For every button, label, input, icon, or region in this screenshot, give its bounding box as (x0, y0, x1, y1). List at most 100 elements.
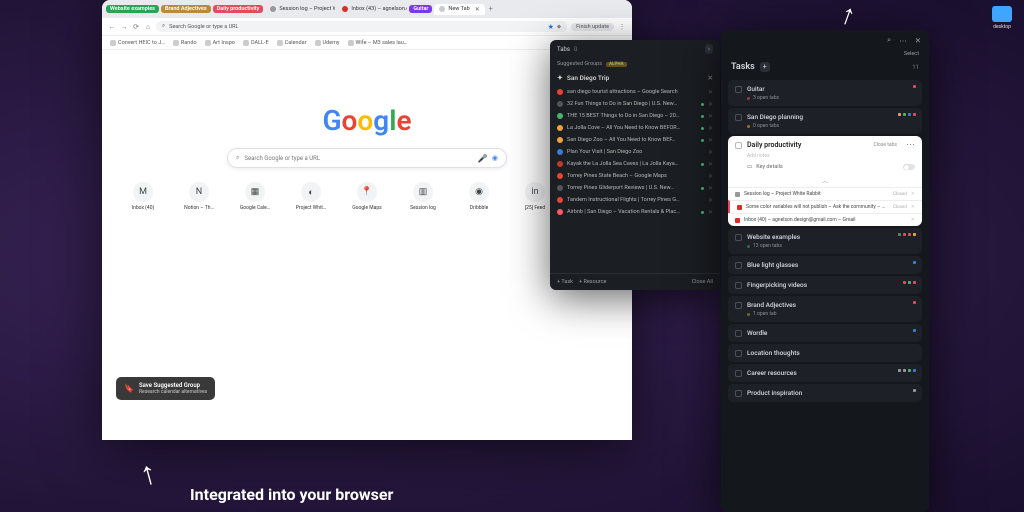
ntp-shortcut[interactable]: NNotion – Th… (179, 182, 219, 211)
bookmark-star-icon[interactable]: ★ (548, 23, 554, 31)
close-tab-icon[interactable]: ✕ (708, 89, 713, 96)
task-card[interactable]: Product inspiration (728, 384, 922, 402)
close-group-button[interactable]: ✕ (708, 74, 713, 82)
close-tab-icon[interactable]: ✕ (708, 113, 713, 120)
remove-tab-icon[interactable]: ✕ (911, 191, 915, 197)
browser-tab[interactable]: Inbox (43) – agnelson.desi…✕ (337, 4, 407, 15)
task-tab-row[interactable]: Session log – Project White RabbitClosed… (728, 187, 922, 200)
key-details-toggle[interactable] (903, 164, 915, 170)
bookmark-item[interactable]: Convert HEIC to J… (110, 40, 165, 46)
add-notes-input[interactable]: Add notes (735, 149, 915, 162)
add-resource-button[interactable]: + Resource (579, 279, 606, 285)
task-checkbox[interactable] (735, 142, 742, 149)
ntp-shortcut[interactable]: ◉Dribbble (459, 182, 499, 211)
more-icon[interactable]: ⋯ (899, 36, 907, 45)
new-tab-button[interactable]: + (487, 5, 495, 13)
close-all-button[interactable]: Close All (692, 279, 713, 285)
tab-row[interactable]: san diego tourist attractions – Google S… (550, 86, 720, 98)
collapse-chevron-icon[interactable]: ︿ (735, 174, 915, 187)
task-card[interactable]: Blue light glasses (728, 256, 922, 274)
menu-icon[interactable]: ⋮ (618, 23, 626, 31)
task-card[interactable]: San Diego planning0 open tabs (728, 108, 922, 134)
task-tab-row[interactable]: Inbox (40) – agnelson.design@gmail.com –… (728, 213, 922, 226)
tab-row[interactable]: Torrey Pines State Beach – Google Maps✕ (550, 170, 720, 182)
tab-row[interactable]: San Diego Zoo – All You Need to Know BEF… (550, 134, 720, 146)
close-tab-icon[interactable]: ✕ (708, 101, 713, 108)
task-card[interactable]: Brand Adjectives1 open tab (728, 296, 922, 322)
task-card[interactable]: Career resources (728, 364, 922, 382)
desktop-shortcut[interactable]: desktop (992, 6, 1012, 30)
omnibox[interactable]: ⌕ Search Google or type a URL ★ ◆ (156, 21, 567, 32)
task-card[interactable]: Website examples13 open tabs (728, 228, 922, 254)
forward-button[interactable]: → (120, 23, 128, 31)
close-tabs-button[interactable]: Close tabs (873, 142, 897, 148)
ntp-shortcut[interactable]: ▦Google Cale… (235, 182, 275, 211)
tab-row[interactable]: Tandem Instructional Flights | Torrey Pi… (550, 194, 720, 206)
close-tab-icon[interactable]: ✕ (708, 173, 713, 180)
finish-update-button[interactable]: Finish update (571, 23, 614, 31)
task-checkbox[interactable] (735, 262, 742, 269)
close-tab-icon[interactable]: ✕ (708, 125, 713, 132)
back-button[interactable]: ← (108, 23, 116, 31)
close-tab-icon[interactable]: ✕ (708, 209, 713, 216)
add-task-button[interactable]: + (760, 62, 770, 72)
tab-group-pill[interactable]: Brand Adjectives (161, 5, 211, 13)
tab-row[interactable]: Torrey Pines Gliderport Reviews | U.S. N… (550, 182, 720, 194)
task-card[interactable]: Location thoughts (728, 344, 922, 362)
browser-tab[interactable]: Session log – Project Whit…✕ (265, 4, 335, 15)
task-checkbox[interactable] (735, 114, 742, 121)
task-checkbox[interactable] (735, 350, 742, 357)
task-checkbox[interactable] (735, 330, 742, 337)
task-checkbox[interactable] (735, 234, 742, 241)
bookmark-item[interactable]: Udemy (315, 40, 340, 46)
bookmark-item[interactable]: Art Inspo (205, 40, 235, 46)
tab-row[interactable]: Airbnb | San Diego – Vacation Rentals & … (550, 206, 720, 218)
task-checkbox[interactable] (735, 302, 742, 309)
reload-button[interactable]: ⟳ (132, 23, 140, 31)
tab-row[interactable]: Kayak the La Jolla Sea Caves | La Jolla … (550, 158, 720, 170)
image-search-icon[interactable]: ◉ (492, 154, 498, 163)
select-button[interactable]: Select (904, 51, 919, 57)
bookmark-item[interactable]: Calendar (277, 40, 307, 46)
close-tab-icon[interactable]: ✕ (708, 137, 713, 144)
tab-row[interactable]: 32 Fun Things to Do in San Diego | U.S. … (550, 98, 720, 110)
tab-row[interactable]: Plan Your Visit | San Diego Zoo✕ (550, 146, 720, 158)
extension-icon[interactable]: ◆ (557, 24, 561, 30)
voice-search-icon[interactable]: 🎤 (478, 154, 488, 163)
ntp-shortcut[interactable]: in[25] Feed (515, 182, 555, 211)
close-tab-icon[interactable]: ✕ (708, 185, 713, 192)
collapse-button[interactable]: › (705, 44, 713, 54)
task-checkbox[interactable] (735, 86, 742, 93)
search-icon[interactable]: ⌕ (887, 35, 891, 45)
remove-tab-icon[interactable]: ✕ (911, 204, 915, 210)
bookmark-item[interactable]: DALL-E (243, 40, 269, 46)
task-card[interactable]: Wordle (728, 324, 922, 342)
ntp-shortcut[interactable]: 📍Google Maps (347, 182, 387, 211)
tab-row[interactable]: THE 15 BEST Things to Do in San Diego – … (550, 110, 720, 122)
ntp-shortcut[interactable]: MInbox (40) (123, 182, 163, 211)
close-tab-icon[interactable]: ✕ (708, 161, 713, 168)
bookmark-item[interactable]: Rando (173, 40, 197, 46)
ntp-shortcut[interactable]: ◐Project Whit… (291, 182, 331, 211)
task-checkbox[interactable] (735, 370, 742, 377)
search-input[interactable]: ⌕ Search Google or type a URL 🎤 ◉ (227, 148, 507, 168)
close-tab-icon[interactable]: ✕ (708, 197, 713, 204)
tab-group-pill[interactable]: Guitar (409, 5, 432, 13)
bookmark-item[interactable]: Wife – M3 sales lau… (348, 40, 408, 46)
home-button[interactable]: ⌂ (144, 23, 152, 31)
add-task-button[interactable]: + Task (557, 279, 573, 285)
remove-tab-icon[interactable]: ✕ (911, 217, 915, 223)
tab-group-pill[interactable]: Daily productivity (213, 5, 264, 13)
close-tab-icon[interactable]: ✕ (708, 149, 713, 156)
close-tab-icon[interactable]: ✕ (475, 6, 480, 13)
task-tab-row[interactable]: Some color variables will not publish – … (728, 200, 922, 213)
save-group-toast[interactable]: 🔖 Save Suggested Group Research calendar… (116, 377, 215, 400)
browser-tab[interactable]: New Tab✕ (434, 4, 484, 15)
close-icon[interactable]: ✕ (915, 36, 921, 45)
task-card[interactable]: Fingerpicking videos (728, 276, 922, 294)
tab-row[interactable]: La Jolla Cove – All You Need to Know BEF… (550, 122, 720, 134)
more-icon[interactable]: ⋯ (906, 143, 915, 147)
ntp-shortcut[interactable]: ▥Session log (403, 182, 443, 211)
task-checkbox[interactable] (735, 282, 742, 289)
task-checkbox[interactable] (735, 390, 742, 397)
